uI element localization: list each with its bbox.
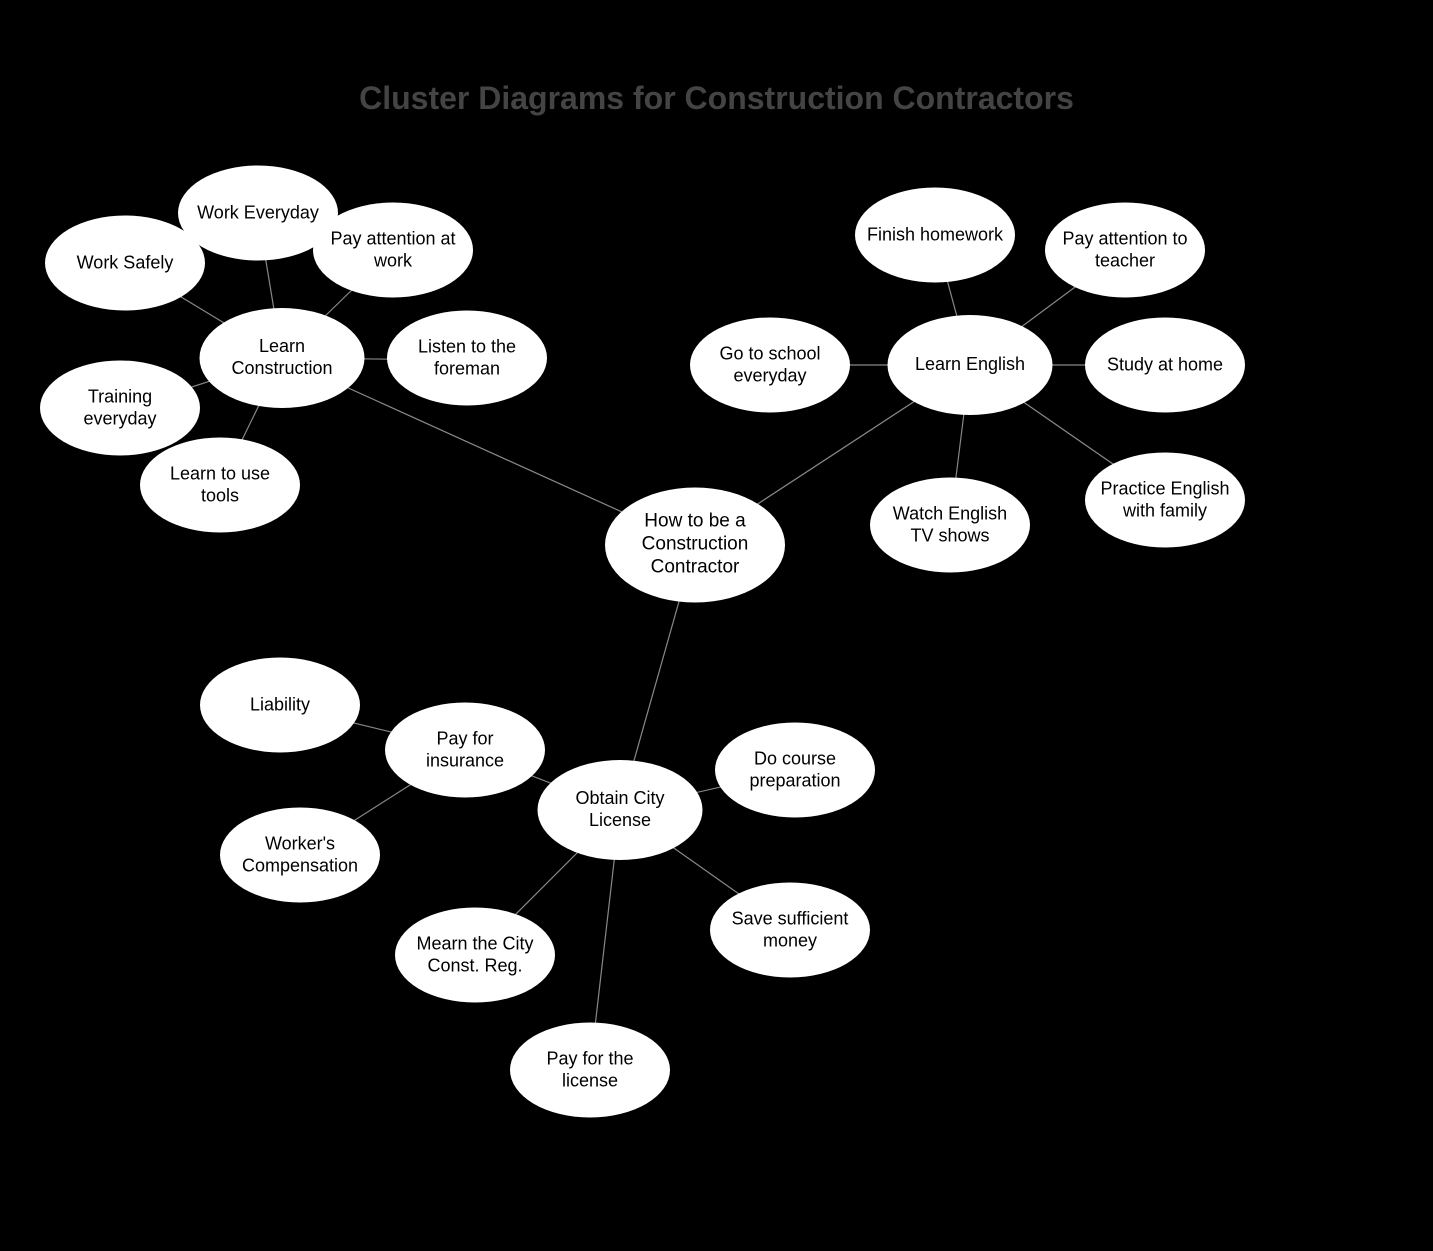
- node-center: How to be a Construction Contractor: [605, 488, 785, 603]
- node-pay-insurance: Pay for insurance: [385, 703, 545, 798]
- node-pay-attention-teacher: Pay attention to teacher: [1045, 203, 1205, 298]
- node-listen-foreman: Listen to the foreman: [387, 311, 547, 406]
- node-mearn-city: Mearn the City Const. Reg.: [395, 908, 555, 1003]
- node-practice-family: Practice English with family: [1085, 453, 1245, 548]
- node-learn-english: Learn English: [888, 315, 1053, 415]
- node-obtain-license: Obtain City License: [538, 760, 703, 860]
- node-pay-attention-work: Pay attention at work: [313, 203, 473, 298]
- node-learn-tools: Learn to use tools: [140, 438, 300, 533]
- node-finish-homework: Finish homework: [855, 188, 1015, 283]
- diagram-canvas: Cluster Diagrams for Construction Contra…: [0, 0, 1433, 1251]
- node-save-money: Save sufficient money: [710, 883, 870, 978]
- node-liability: Liability: [200, 658, 360, 753]
- node-training-everyday: Training everyday: [40, 361, 200, 456]
- diagram-title: Cluster Diagrams for Construction Contra…: [0, 80, 1433, 117]
- node-workers-comp: Worker's Compensation: [220, 808, 380, 903]
- node-watch-tv: Watch English TV shows: [870, 478, 1030, 573]
- node-learn-construction: Learn Construction: [200, 308, 365, 408]
- node-pay-license: Pay for the license: [510, 1023, 670, 1118]
- node-go-school: Go to school everyday: [690, 318, 850, 413]
- node-do-course: Do course preparation: [715, 723, 875, 818]
- node-study-home: Study at home: [1085, 318, 1245, 413]
- node-work-safely: Work Safely: [45, 216, 205, 311]
